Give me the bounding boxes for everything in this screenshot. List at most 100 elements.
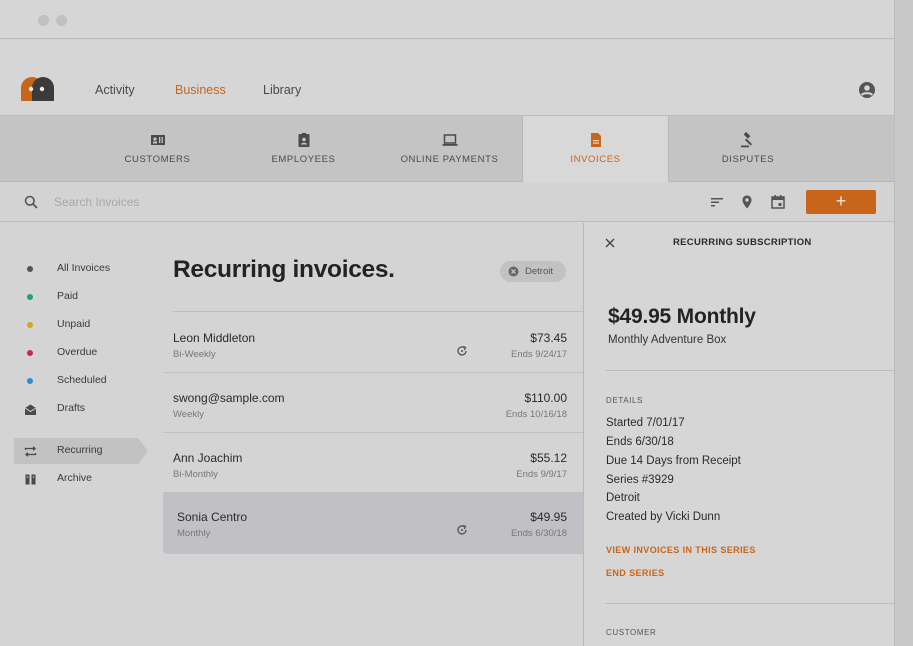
detail-due-terms: Due 14 Days from Receipt	[606, 455, 741, 467]
billing-frequency: Monthly	[177, 528, 211, 539]
sidebar-item-scheduled[interactable]: Scheduled	[14, 368, 138, 394]
archive-icon	[25, 474, 36, 485]
tab-label: ONLINE PAYMENTS	[400, 154, 499, 165]
nav-business[interactable]: Business	[175, 83, 226, 97]
sidebar-item-label: Paid	[57, 290, 79, 302]
sidebar-item-unpaid[interactable]: Unpaid	[14, 312, 138, 338]
sidebar-item-drafts[interactable]: Drafts	[14, 396, 138, 422]
recurring-refresh-icon	[457, 345, 467, 356]
customer-name: Leon Middleton	[173, 331, 256, 345]
background-gutter	[895, 0, 913, 646]
billing-frequency: Weekly	[173, 409, 204, 420]
customer-section-label: CUSTOMER	[606, 628, 657, 637]
invoice-amount: $110.00	[524, 391, 568, 405]
detail-created-by: Created by Vicki Dunn	[606, 511, 721, 523]
list-divider	[173, 311, 583, 312]
sidebar-item-overdue[interactable]: Overdue	[14, 340, 138, 366]
end-date: Ends 9/24/17	[511, 349, 567, 360]
invoice-row[interactable]: Leon Middleton Bi-Weekly $73.45 Ends 9/2…	[163, 313, 583, 373]
window-control-minimize[interactable]	[56, 15, 67, 26]
recurring-refresh-icon	[457, 524, 467, 535]
detail-series: Series #3929	[606, 474, 674, 486]
billing-frequency: Bi-Monthly	[173, 469, 218, 480]
sidebar-item-label: Drafts	[57, 402, 86, 414]
calendar-icon[interactable]	[770, 194, 786, 210]
customer-name: swong@sample.com	[173, 391, 285, 405]
sidebar-item-label: Overdue	[57, 346, 98, 358]
tab-customers[interactable]: CUSTOMERS	[85, 116, 230, 182]
search-input[interactable]	[54, 191, 354, 213]
tab-disputes[interactable]: DISPUTES	[669, 116, 827, 182]
top-navigation: Activity Business Library	[0, 40, 894, 116]
panel-title: RECURRING SUBSCRIPTION	[673, 237, 812, 248]
invoice-row-selected[interactable]: Sonia Centro Monthly $49.95 Ends 6/30/18	[163, 492, 583, 554]
add-invoice-button[interactable]: +	[806, 190, 876, 214]
tab-employees[interactable]: EMPLOYEES	[230, 116, 377, 182]
sidebar-item-label: Archive	[57, 472, 93, 484]
billing-frequency: Bi-Weekly	[173, 349, 216, 360]
tab-label: CUSTOMERS	[124, 154, 191, 165]
sidebar-item-label: All Invoices	[57, 262, 111, 274]
tab-online-payments[interactable]: ONLINE PAYMENTS	[377, 116, 522, 182]
search-icon	[24, 195, 38, 209]
tab-label: INVOICES	[570, 154, 621, 165]
document-icon	[590, 133, 601, 147]
view-invoices-in-series-link[interactable]: VIEW INVOICES IN THIS SERIES	[606, 545, 756, 555]
nav-library[interactable]: Library	[263, 83, 301, 97]
end-series-link[interactable]: END SERIES	[606, 568, 665, 578]
section-divider	[605, 603, 894, 604]
window-control-close[interactable]	[38, 15, 49, 26]
sidebar-item-archive[interactable]: Archive	[14, 466, 138, 492]
section-divider	[605, 370, 894, 371]
invoice-list-panel: Recurring invoices. Detroit Leon Middlet…	[160, 223, 583, 646]
detail-started: Started 7/01/17	[606, 417, 685, 429]
toolbar: +	[0, 182, 894, 222]
id-card-icon	[150, 135, 165, 145]
status-dot-icon	[27, 378, 33, 384]
invoice-amount: $73.45	[530, 331, 567, 345]
envelope-open-icon	[24, 404, 37, 415]
sidebar-item-all-invoices[interactable]: All Invoices	[14, 256, 138, 282]
invoice-amount: $49.95	[530, 510, 567, 524]
filter-chip-label: Detroit	[525, 266, 553, 277]
end-date: Ends 9/9/17	[516, 469, 567, 480]
sidebar-item-recurring[interactable]: Recurring	[14, 438, 148, 464]
nav-activity[interactable]: Activity	[95, 83, 135, 97]
tab-label: DISPUTES	[721, 154, 775, 165]
end-date: Ends 10/16/18	[505, 409, 567, 420]
remove-filter-icon[interactable]	[508, 266, 519, 277]
close-icon[interactable]	[605, 238, 615, 248]
subscription-product: Monthly Adventure Box	[608, 334, 727, 346]
page-title: Recurring invoices.	[173, 256, 395, 283]
sidebar-item-label: Scheduled	[57, 374, 107, 386]
status-dot-icon	[27, 294, 33, 300]
sidebar-item-label: Recurring	[57, 444, 103, 456]
filter-chip-location[interactable]: Detroit	[500, 261, 566, 282]
sidebar-item-paid[interactable]: Paid	[14, 284, 138, 310]
invoice-filter-sidebar: All Invoices Paid Unpaid Overdue Schedul…	[0, 223, 160, 646]
invoice-row[interactable]: swong@sample.com Weekly $110.00 Ends 10/…	[163, 373, 583, 433]
status-dot-icon	[27, 350, 33, 356]
customer-name: Ann Joachim	[173, 451, 243, 465]
invoice-row[interactable]: Ann Joachim Bi-Monthly $55.12 Ends 9/9/1…	[163, 433, 583, 493]
user-account-icon[interactable]	[858, 81, 876, 99]
status-dot-icon	[27, 322, 33, 328]
detail-ends: Ends 6/30/18	[606, 436, 674, 448]
sidebar-item-label: Unpaid	[57, 318, 91, 330]
title-bar	[0, 0, 894, 39]
laptop-icon	[442, 134, 457, 146]
invoice-amount: $55.12	[530, 451, 567, 465]
customer-name: Sonia Centro	[177, 510, 248, 524]
status-dot-icon	[27, 266, 33, 272]
section-tabs: CUSTOMERS EMPLOYEES ONLINE PAYMENTS INVO…	[0, 116, 894, 182]
location-pin-icon[interactable]	[739, 194, 755, 210]
tab-invoices[interactable]: INVOICES	[522, 116, 669, 182]
sort-icon[interactable]	[709, 194, 725, 210]
brand-logo-icon[interactable]	[18, 77, 55, 101]
repeat-icon	[24, 446, 37, 457]
detail-location: Detroit	[606, 492, 640, 504]
gavel-icon	[741, 132, 753, 148]
details-section-label: DETAILS	[606, 396, 643, 405]
end-date: Ends 6/30/18	[511, 528, 567, 539]
subscription-detail-panel: RECURRING SUBSCRIPTION $49.95 Monthly Mo…	[583, 223, 894, 646]
